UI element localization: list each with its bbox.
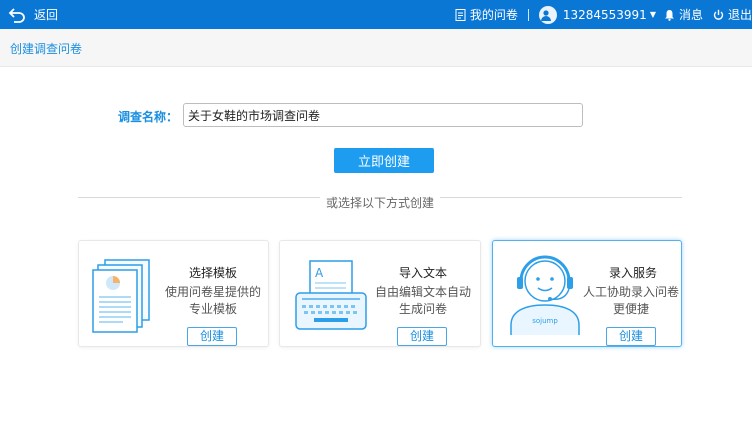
power-icon (713, 9, 724, 20)
card-input-service-title: 录入服务 (609, 266, 658, 280)
chevron-down-icon: ▼ (649, 10, 656, 19)
document-icon (455, 8, 466, 21)
logout-link[interactable]: 退出 (713, 6, 752, 23)
card-input-service-desc-line1: 人工协助录入问卷 (582, 285, 679, 299)
card-input-service-desc-line2: 更便捷 (612, 302, 649, 316)
survey-name-input[interactable] (183, 103, 583, 127)
separator (527, 8, 529, 21)
user-phone: 13284553991 (562, 7, 647, 22)
messages-label: 消息 (678, 8, 703, 22)
back-arrow-icon (8, 7, 25, 23)
card-template-title: 选择模板 (189, 266, 238, 280)
card-import-text-description: 自由编辑文本自动 生成问卷 (370, 284, 476, 318)
breadcrumb-current[interactable]: 创建调查问卷 (10, 40, 82, 57)
card-import-text-desc-line2: 生成问卷 (398, 302, 447, 316)
logout-label: 退出 (727, 8, 752, 22)
sojump-badge: sojump (532, 317, 558, 325)
breadcrumb: 创建调查问卷 (0, 29, 752, 67)
top-nav-right: 我的问卷 13284553991 ▼ 消息 退出 (455, 0, 752, 29)
bell-icon (664, 9, 674, 21)
divider-caption-text: 或选择以下方式创建 (319, 196, 440, 210)
back-label: 返回 (34, 8, 59, 22)
back-button[interactable]: 返回 (8, 0, 58, 29)
card-import-text-create-button[interactable]: 创建 (397, 327, 447, 346)
survey-name-label: 调查名称： (118, 110, 179, 124)
create-now-button[interactable]: 立即创建 (334, 148, 434, 173)
divider-caption: 或选择以下方式创建 (0, 194, 752, 211)
card-template-create-button[interactable]: 创建 (187, 327, 237, 346)
top-nav-bar: 返回 我的问卷 13284553991 ▼ 消息 退出 (0, 0, 752, 29)
svg-text:A: A (315, 266, 324, 280)
typewriter-icon: A (295, 260, 367, 330)
card-import-text-title: 导入文本 (399, 266, 448, 280)
card-template-desc-line1: 使用问卷星提供的 (164, 285, 261, 299)
card-template-description: 使用问卷星提供的 专业模板 (161, 284, 265, 318)
user-account-menu[interactable]: 13284553991 ▼ (538, 5, 662, 24)
card-import-text[interactable]: A 导入文本 自由编辑文本自动 生成问卷 创建 (279, 240, 481, 347)
avatar (538, 5, 557, 24)
card-template-desc-line2: 专业模板 (188, 302, 237, 316)
template-documents-icon (92, 259, 150, 333)
my-surveys-link[interactable]: 我的问卷 (455, 6, 518, 23)
card-input-service[interactable]: sojump 录入服务 人工协助录入问卷 更便捷 创建 (492, 240, 682, 347)
my-surveys-label: 我的问卷 (469, 8, 518, 22)
card-import-text-desc-line1: 自由编辑文本自动 (374, 285, 471, 299)
user-icon (540, 9, 551, 21)
headset-agent-icon: sojump (510, 255, 580, 335)
card-input-service-create-button[interactable]: 创建 (606, 327, 656, 346)
card-template[interactable]: 选择模板 使用问卷星提供的 专业模板 创建 (78, 240, 269, 347)
messages-link[interactable]: 消息 (664, 6, 703, 23)
card-input-service-description: 人工协助录入问卷 更便捷 (581, 284, 681, 318)
